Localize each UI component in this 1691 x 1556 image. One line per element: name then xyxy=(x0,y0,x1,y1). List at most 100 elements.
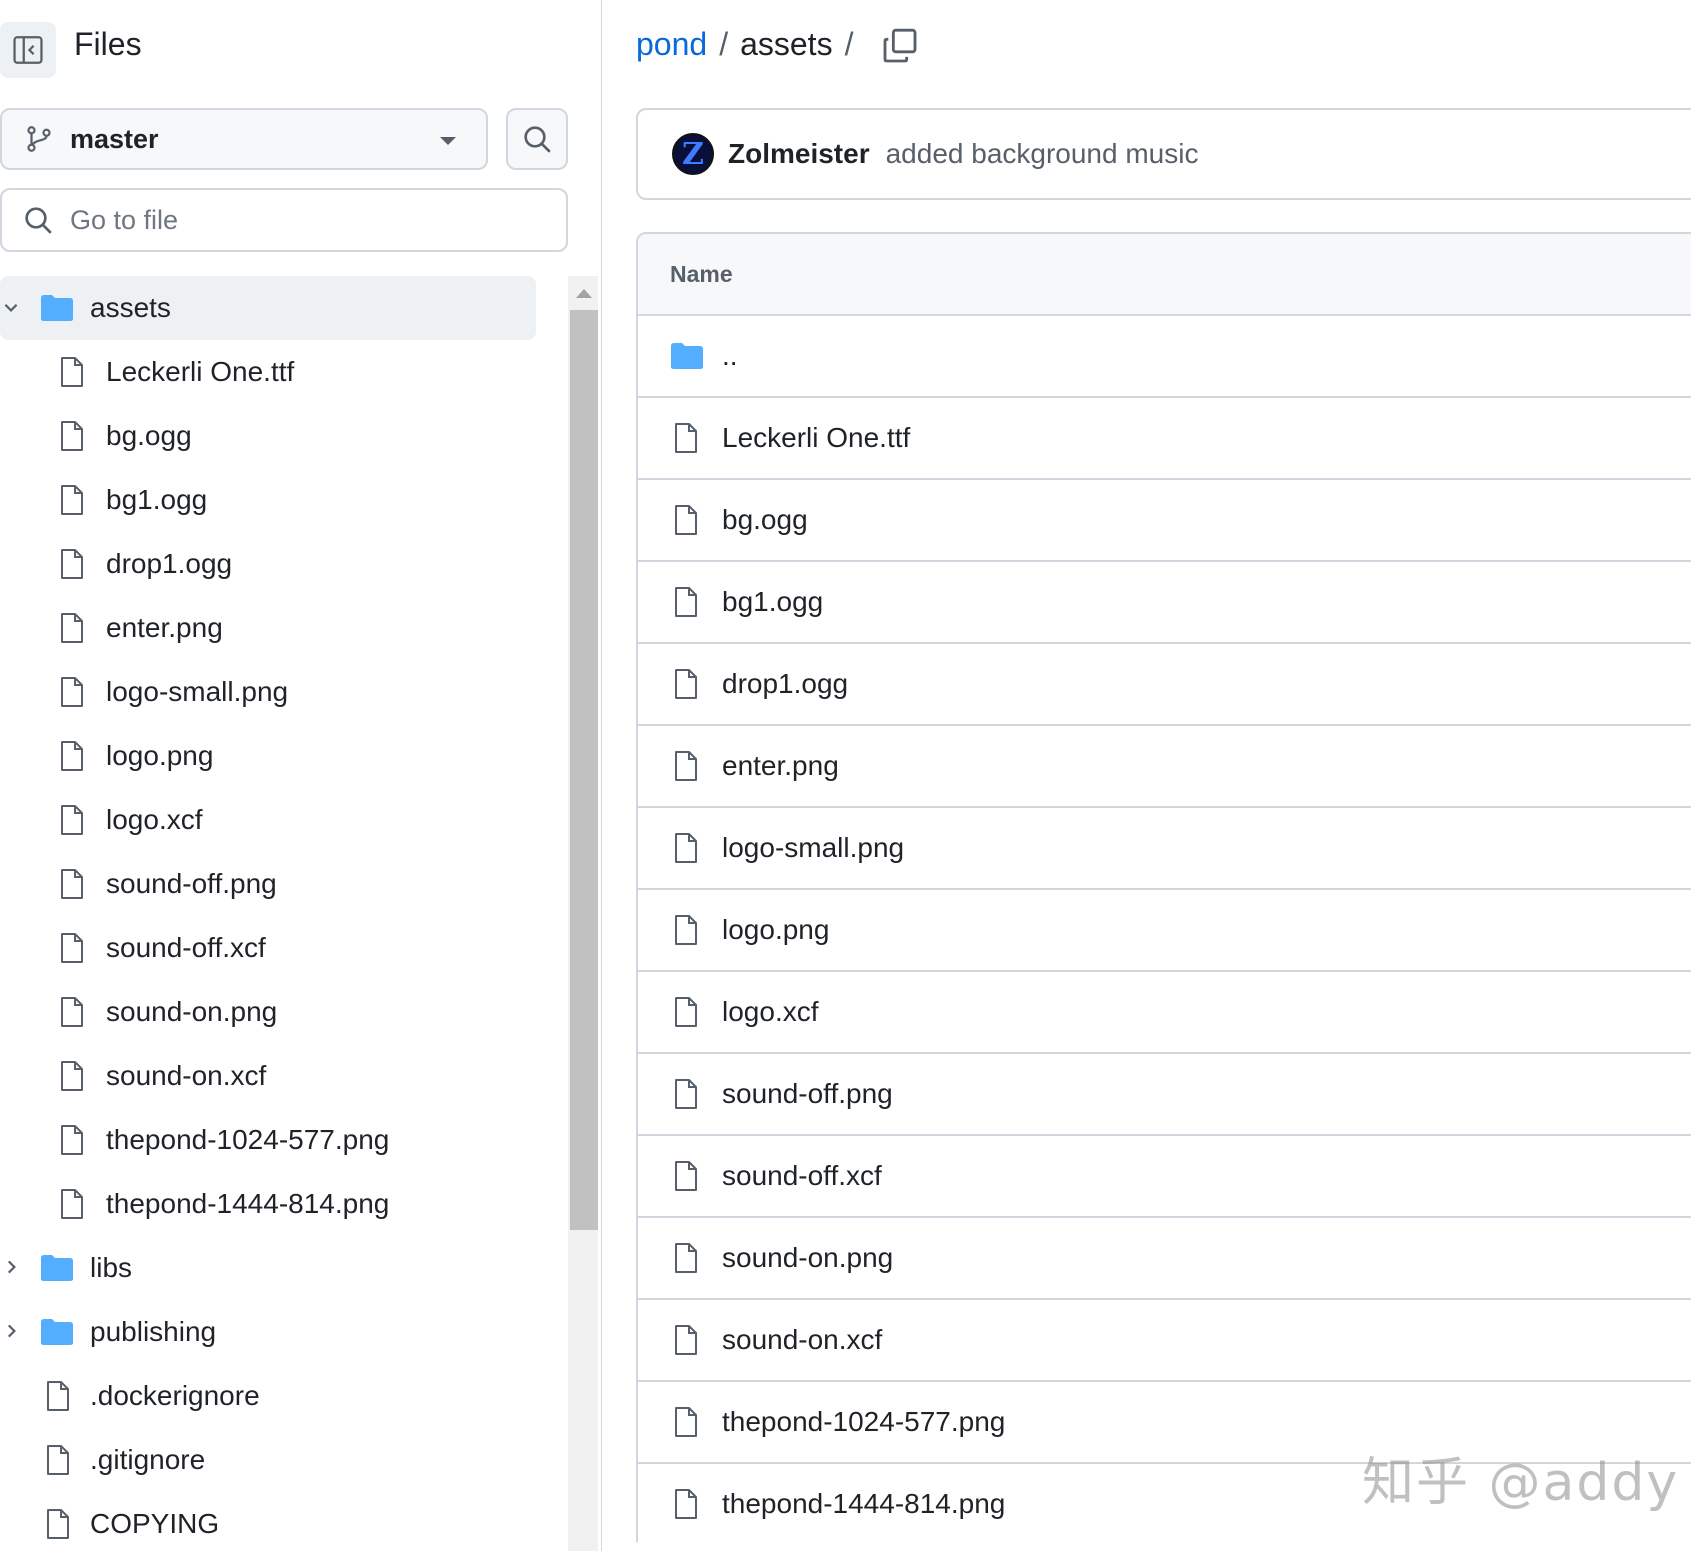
row-link[interactable]: sound-off.png xyxy=(722,1078,893,1110)
tree-item-label: logo.png xyxy=(106,740,214,771)
tree-item-file[interactable]: sound-off.xcf xyxy=(0,916,536,980)
tree-item-label: .gitignore xyxy=(90,1444,206,1475)
search-button[interactable] xyxy=(506,108,568,170)
table-row[interactable]: drop1.ogg xyxy=(638,644,1691,726)
search-icon xyxy=(25,207,52,234)
row-link[interactable]: sound-on.xcf xyxy=(722,1324,882,1356)
file-icon xyxy=(61,997,83,1027)
file-tree: assets Leckerli One.ttf bg.ogg bg1.ogg d… xyxy=(0,276,536,1556)
tree-item-label: .dockerignore xyxy=(90,1380,260,1411)
row-link[interactable]: .. xyxy=(722,340,738,372)
go-to-file-input[interactable] xyxy=(68,203,552,237)
table-row[interactable]: logo.xcf xyxy=(638,972,1691,1054)
tree-item-file[interactable]: COPYING xyxy=(0,1492,536,1556)
tree-item-file[interactable]: bg1.ogg xyxy=(0,468,536,532)
tree-item-label: sound-off.png xyxy=(106,868,277,899)
tree-item-file[interactable]: sound-on.xcf xyxy=(0,1044,536,1108)
row-link[interactable]: thepond-1444-814.png xyxy=(722,1488,1005,1520)
tree-item-file[interactable]: sound-off.png xyxy=(0,852,536,916)
tree-item-label: sound-off.xcf xyxy=(106,932,266,963)
tree-item-label: libs xyxy=(90,1252,133,1283)
chevron-down-icon xyxy=(440,137,456,145)
table-row[interactable]: sound-off.png xyxy=(638,1054,1691,1136)
tree-item-file[interactable]: thepond-1024-577.png xyxy=(0,1108,536,1172)
tree-item-file[interactable]: sound-on.png xyxy=(0,980,536,1044)
file-list-table: Name .. Leckerli One.ttf bg.ogg bg1.ogg … xyxy=(636,232,1691,1542)
file-icon xyxy=(61,741,83,771)
row-link[interactable]: bg1.ogg xyxy=(722,586,823,618)
row-link[interactable]: thepond-1024-577.png xyxy=(722,1406,1005,1438)
tree-item-publishing[interactable]: publishing xyxy=(0,1300,536,1364)
tree-item-label: logo-small.png xyxy=(106,676,289,707)
tree-item-file[interactable]: logo.png xyxy=(0,724,536,788)
tree-item-file[interactable]: logo-small.png xyxy=(0,660,536,724)
tree-item-label: logo.xcf xyxy=(106,804,203,835)
collapse-sidebar-button[interactable] xyxy=(0,22,56,78)
row-link[interactable]: enter.png xyxy=(722,750,839,782)
file-icon xyxy=(61,1125,83,1155)
column-header-name: Name xyxy=(670,260,733,287)
tree-item-file[interactable]: drop1.ogg xyxy=(0,532,536,596)
copy-path-icon[interactable] xyxy=(880,26,920,66)
tree-item-file[interactable]: bg.ogg xyxy=(0,404,536,468)
tree-item-assets[interactable]: assets xyxy=(0,276,536,340)
row-link[interactable]: logo-small.png xyxy=(722,832,904,864)
chevron-right-icon xyxy=(7,1260,16,1274)
table-row[interactable]: sound-off.xcf xyxy=(638,1136,1691,1218)
sidebar-divider[interactable] xyxy=(601,0,602,1551)
file-icon xyxy=(675,505,697,535)
row-link[interactable]: bg.ogg xyxy=(722,504,808,536)
row-link[interactable]: sound-on.png xyxy=(722,1242,893,1274)
sidebar-title: Files xyxy=(74,26,142,62)
table-row-parent-dir[interactable]: .. xyxy=(638,316,1691,398)
branch-selector[interactable]: master xyxy=(0,108,488,170)
scroll-up-arrow-icon[interactable] xyxy=(576,289,592,298)
file-icon xyxy=(47,1509,69,1539)
row-link[interactable]: logo.xcf xyxy=(722,996,819,1028)
table-row[interactable]: sound-on.xcf xyxy=(638,1300,1691,1382)
watermark: 知乎 @addy xyxy=(1362,1453,1680,1513)
folder-icon xyxy=(41,1255,73,1281)
table-row[interactable]: sound-on.png xyxy=(638,1218,1691,1300)
table-row[interactable]: logo.png xyxy=(638,890,1691,972)
tree-item-file[interactable]: thepond-1444-814.png xyxy=(0,1172,536,1236)
file-icon xyxy=(61,613,83,643)
row-link[interactable]: drop1.ogg xyxy=(722,668,848,700)
tree-item-file[interactable]: Leckerli One.ttf xyxy=(0,340,536,404)
table-row[interactable]: enter.png xyxy=(638,726,1691,808)
search-icon xyxy=(524,126,551,153)
row-link[interactable]: Leckerli One.ttf xyxy=(722,422,910,454)
table-row[interactable]: bg1.ogg xyxy=(638,562,1691,644)
file-icon xyxy=(675,915,697,945)
file-icon xyxy=(61,421,83,451)
file-icon xyxy=(61,549,83,579)
avatar[interactable]: Z xyxy=(672,133,714,175)
file-icon xyxy=(675,1489,697,1519)
row-link[interactable]: logo.png xyxy=(722,914,829,946)
file-icon xyxy=(47,1381,69,1411)
scrollbar-thumb[interactable] xyxy=(570,310,598,1230)
commit-author[interactable]: Zolmeister xyxy=(728,138,870,170)
table-row[interactable]: logo-small.png xyxy=(638,808,1691,890)
file-icon xyxy=(675,587,697,617)
tree-item-label: publishing xyxy=(90,1316,217,1347)
breadcrumb-separator: / xyxy=(844,26,854,62)
go-to-file-field[interactable] xyxy=(0,188,568,252)
tree-item-file[interactable]: enter.png xyxy=(0,596,536,660)
tree-item-file[interactable]: logo.xcf xyxy=(0,788,536,852)
file-icon xyxy=(61,869,83,899)
table-row[interactable]: bg.ogg xyxy=(638,480,1691,562)
file-icon xyxy=(61,1189,83,1219)
file-icon xyxy=(675,669,697,699)
tree-item-file[interactable]: .gitignore xyxy=(0,1428,536,1492)
breadcrumb-repo-link[interactable]: pond xyxy=(636,26,707,63)
commit-message[interactable]: added background music xyxy=(886,138,1199,170)
tree-item-label: thepond-1024-577.png xyxy=(106,1124,390,1155)
table-header: Name xyxy=(638,234,1691,316)
chevron-down-icon xyxy=(4,303,18,312)
table-row[interactable]: Leckerli One.ttf xyxy=(638,398,1691,480)
tree-item-libs[interactable]: libs xyxy=(0,1236,536,1300)
row-link[interactable]: sound-off.xcf xyxy=(722,1160,882,1192)
tree-item-file[interactable]: .dockerignore xyxy=(0,1364,536,1428)
file-icon xyxy=(61,677,83,707)
